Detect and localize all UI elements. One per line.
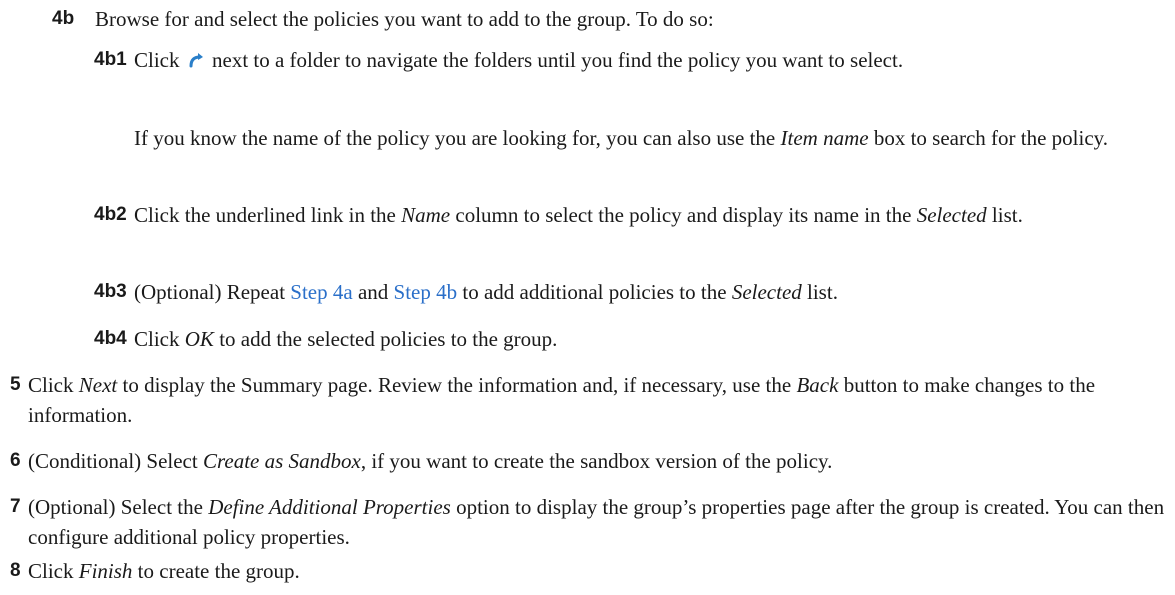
ui-term-item-name: Item name [780,126,869,150]
step-number: 4b [52,8,75,29]
ui-term-next: Next [78,373,118,397]
step-text: Click Next to display the Summary page. … [10,370,1165,430]
step-number: 7 [10,496,21,517]
text-fragment: Click [28,559,74,583]
text-fragment: Click the underlined link in the [134,203,396,227]
step-text: Click Finish to create the group. [10,556,1165,586]
step-number: 4b3 [94,281,127,302]
text-fragment: Click [134,48,180,72]
text-fragment: to add the selected policies to the grou… [219,327,558,351]
step-4b4: 4b4 Click OK to add the selected policie… [94,324,1164,354]
step-5: 5 Click Next to display the Summary page… [10,370,1165,430]
step-text: (Optional) Repeat Step 4a and Step 4b to… [94,277,1164,307]
text-fragment: (Optional) Select the [28,495,203,519]
text-fragment: Click [28,373,74,397]
step-text: Click OK to add the selected policies to… [94,324,1164,354]
text-fragment: If you know the name of the policy you a… [134,126,776,150]
document-page: 4b Browse for and select the policies yo… [0,0,1175,595]
step-4b2: 4b2 Click the underlined link in the Nam… [94,200,1164,230]
step-number: 8 [10,560,21,581]
step-number: 4b4 [94,328,127,349]
step-4b1-note: If you know the name of the policy you a… [134,123,1164,153]
step-text: (Optional) Select the Define Additional … [10,492,1165,552]
text-fragment: list. [807,280,838,304]
step-4b-link[interactable]: Step 4b [394,280,458,304]
text-fragment: , if you want to create the sandbox vers… [360,449,833,473]
step-text: Click the underlined link in the Name co… [94,200,1164,230]
ui-term-back: Back [796,373,839,397]
text-fragment: to add additional policies to the [462,280,727,304]
ui-term-selected: Selected [731,280,802,304]
ui-term-selected: Selected [916,203,987,227]
ui-term-ok: OK [184,327,214,351]
step-text: Browse for and select the policies you w… [95,7,714,31]
ui-term-name: Name [401,203,451,227]
text-fragment: and [357,280,389,304]
step-4b3: 4b3 (Optional) Repeat Step 4a and Step 4… [94,277,1164,307]
text-fragment: to create the group. [137,559,300,583]
text-fragment: Click [134,327,180,351]
step-text: Click next to a folder to navigate the f… [94,45,1164,75]
ui-term-create-as-sandbox: Create as Sandbox [202,449,361,473]
step-4a-link[interactable]: Step 4a [290,280,352,304]
step-text: (Conditional) Select Create as Sandbox, … [10,446,1165,476]
step-4b1: 4b1 Click next to a folder to navigate t… [94,45,1164,75]
text-fragment: next to a folder to navigate the folders… [212,48,904,72]
step-4b: 4b Browse for and select the policies yo… [52,4,1162,34]
text-fragment: to display the Summary page. Review the … [122,373,792,397]
text-fragment: column to select the policy and display … [455,203,912,227]
text-fragment: list. [991,203,1023,227]
step-number: 4b2 [94,204,127,225]
step-8: 8 Click Finish to create the group. [10,556,1165,586]
step-6: 6 (Conditional) Select Create as Sandbox… [10,446,1165,476]
step-number: 4b1 [94,49,127,70]
step-number: 5 [10,374,21,395]
text-fragment: (Optional) Repeat [134,280,286,304]
text-fragment: box to search for the policy. [873,126,1109,150]
step-number: 6 [10,450,21,471]
ui-term-define-additional-properties: Define Additional Properties [208,495,451,519]
text-fragment: (Conditional) Select [28,449,198,473]
ui-term-finish: Finish [78,559,133,583]
step-7: 7 (Optional) Select the Define Additiona… [10,492,1165,552]
folder-navigate-arrow-icon [187,47,205,68]
